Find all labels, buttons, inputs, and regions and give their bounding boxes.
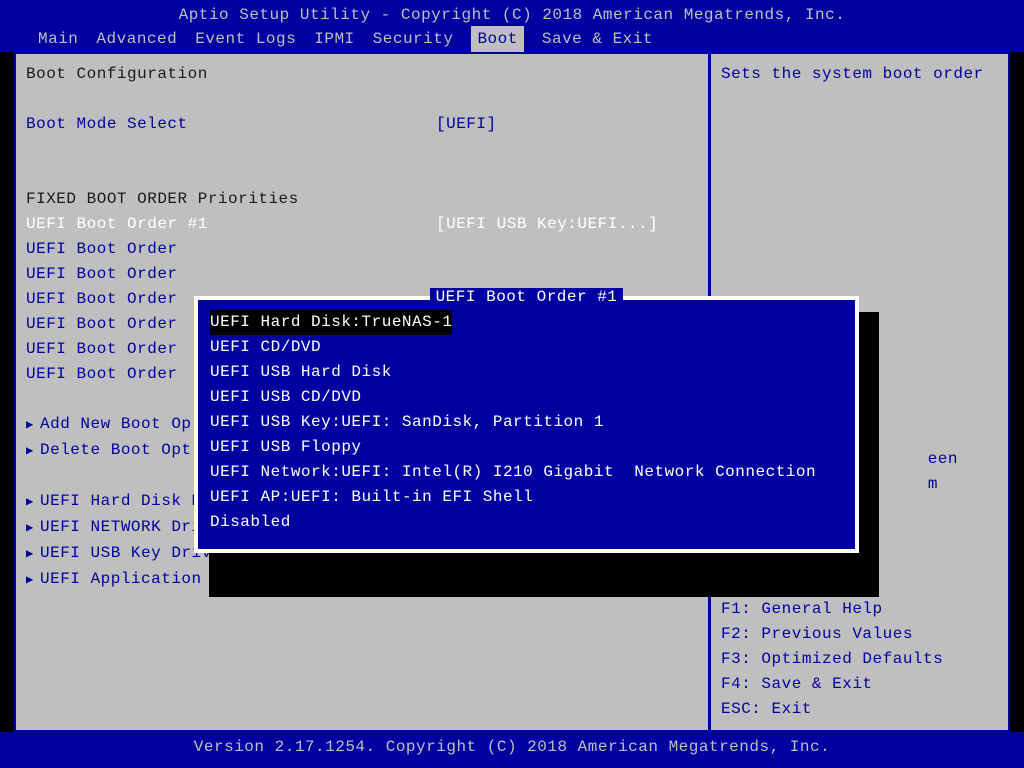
section-boot-config: Boot Configuration xyxy=(26,62,698,87)
popup-option[interactable]: UEFI USB Key:UEFI: SanDisk, Partition 1 xyxy=(210,413,604,431)
boot-order-row[interactable]: UEFI Boot Order xyxy=(26,237,698,262)
tab-save-exit[interactable]: Save & Exit xyxy=(542,26,653,52)
header-bar: Aptio Setup Utility - Copyright (C) 2018… xyxy=(0,0,1024,52)
popup-option[interactable]: Disabled xyxy=(210,513,291,531)
popup-option[interactable]: UEFI CD/DVD xyxy=(210,338,321,356)
app-title: Aptio Setup Utility - Copyright (C) 2018… xyxy=(0,4,1024,26)
boot-mode-value: [UEFI] xyxy=(436,112,497,137)
boot-mode-label: Boot Mode Select xyxy=(26,112,436,137)
boot-order-row[interactable]: UEFI Boot Order xyxy=(26,262,698,287)
section-fixed-boot: FIXED BOOT ORDER Priorities xyxy=(26,187,698,212)
popup-option[interactable]: UEFI Network:UEFI: Intel(R) I210 Gigabit… xyxy=(210,463,816,481)
boot-order-current-value: [UEFI USB Key:UEFI...] xyxy=(436,212,658,237)
key-hint: ESC: Exit xyxy=(721,697,943,722)
key-hint: F1: General Help xyxy=(721,597,943,622)
boot-mode-row[interactable]: Boot Mode Select [UEFI] xyxy=(26,112,698,137)
popup-title: UEFI Boot Order #1 xyxy=(198,288,855,306)
body-area: Boot Configuration Boot Mode Select [UEF… xyxy=(0,52,1024,732)
boot-order-current[interactable]: UEFI Boot Order #1 [UEFI USB Key:UEFI...… xyxy=(26,212,698,237)
key-hint: F4: Save & Exit xyxy=(721,672,943,697)
key-hint: F3: Optimized Defaults xyxy=(721,647,943,672)
popup-option[interactable]: UEFI Hard Disk:TrueNAS-1 xyxy=(210,310,452,335)
popup-option[interactable]: UEFI AP:UEFI: Built-in EFI Shell xyxy=(210,488,533,506)
menu-tabs: Main Advanced Event Logs IPMI Security Boot Sa… xyxy=(0,26,1024,52)
boot-order-current-label: UEFI Boot Order #1 xyxy=(26,212,436,237)
tab-event-logs[interactable]: Event Logs xyxy=(195,26,296,52)
boot-order-popup[interactable]: UEFI Boot Order #1 UEFI Hard Disk:TrueNA… xyxy=(194,296,859,553)
tab-main[interactable]: Main xyxy=(38,26,78,52)
popup-option[interactable]: UEFI USB CD/DVD xyxy=(210,388,362,406)
key-hint: F2: Previous Values xyxy=(721,622,943,647)
footer-bar: Version 2.17.1254. Copyright (C) 2018 Am… xyxy=(0,732,1024,768)
context-help: Sets the system boot order xyxy=(721,62,998,87)
bios-screen: Aptio Setup Utility - Copyright (C) 2018… xyxy=(0,0,1024,768)
tab-advanced[interactable]: Advanced xyxy=(96,26,177,52)
tab-ipmi[interactable]: IPMI xyxy=(314,26,354,52)
popup-option[interactable]: UEFI USB Floppy xyxy=(210,438,362,456)
tab-boot[interactable]: Boot xyxy=(471,26,523,52)
tab-security[interactable]: Security xyxy=(373,26,454,52)
popup-option[interactable]: UEFI USB Hard Disk xyxy=(210,363,392,381)
